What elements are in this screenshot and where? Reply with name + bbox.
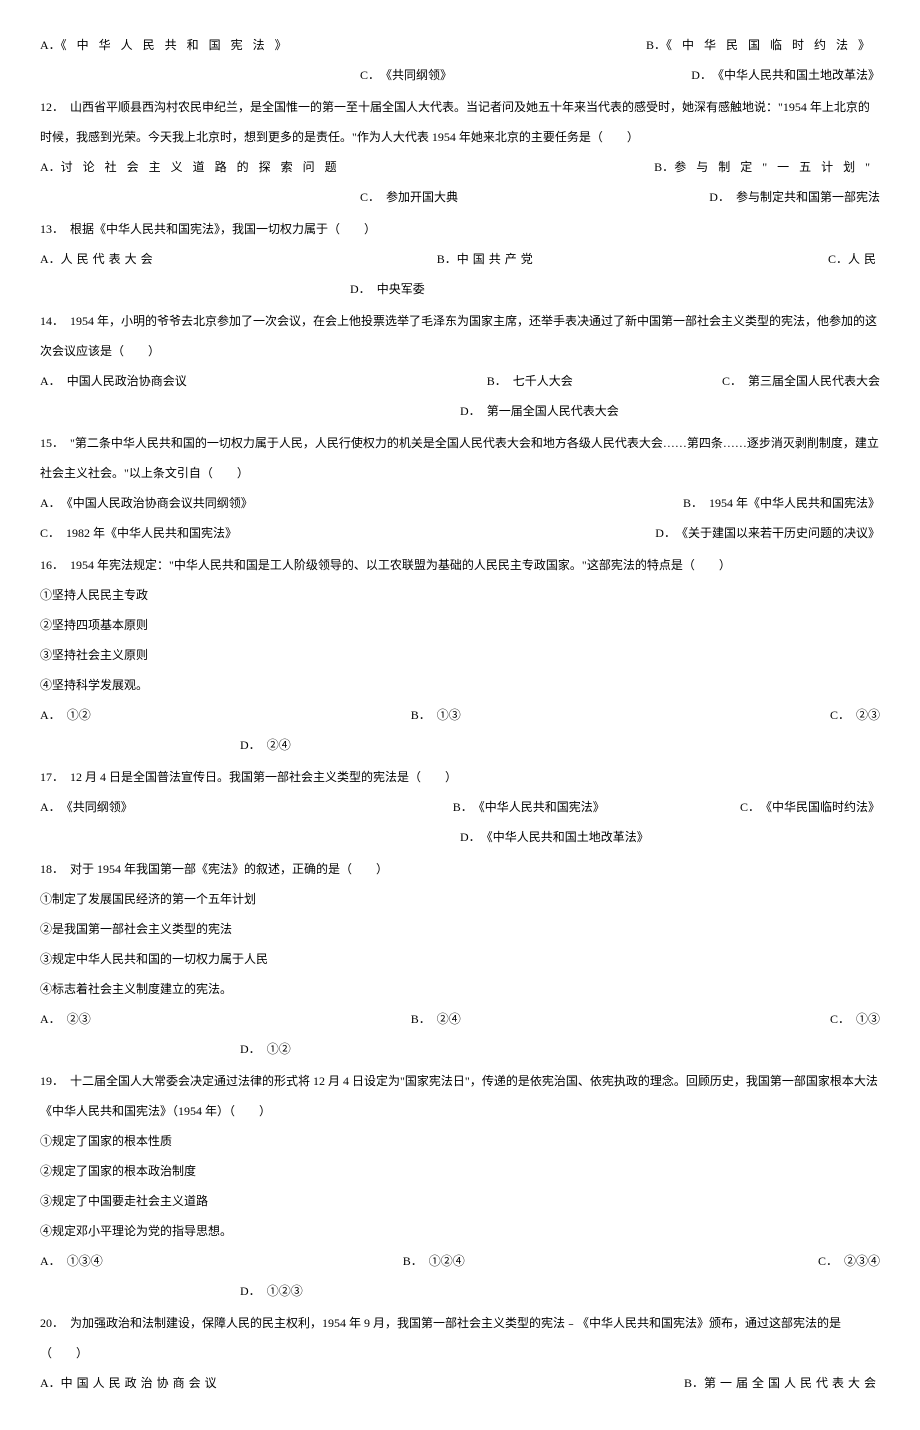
option-b: B． 1954 年《中华人民共和国宪法》 [683,488,880,518]
option-a: A．人民代表大会 [40,244,157,274]
option-c: C． ②③ [830,700,880,730]
statement-2: ②是我国第一部社会主义类型的宪法 [40,914,880,944]
question-18: 18． 对于 1954 年我国第一部《宪法》的叙述，正确的是（ ） ①制定了发展… [40,854,880,1064]
question-17: 17． 12 月 4 日是全国普法宣传日。我国第一部社会主义类型的宪法是（ ） … [40,762,880,852]
question-number: 14． [40,314,58,328]
option-b: B．第一届全国人民代表大会 [684,1368,880,1398]
question-text: 对于 1954 年我国第一部《宪法》的叙述，正确的是（ ） [70,862,388,876]
question-text: 根据《中华人民共和国宪法》，我国一切权力属于（ ） [70,222,376,236]
statement-4: ④坚持科学发展观。 [40,670,880,700]
question-16: 16． 1954 年宪法规定："中华人民共和国是工人阶级领导的、以工农联盟为基础… [40,550,880,760]
statement-1: ①制定了发展国民经济的第一个五年计划 [40,884,880,914]
option-c: C． 《共同纲领》 [360,60,452,90]
option-c: C．人民 [828,244,880,274]
option-b: B．《中华民国临时约法》 [646,30,880,60]
statement-3: ③规定中华人民共和国的一切权力属于人民 [40,944,880,974]
question-text: 山西省平顺县西沟村农民申纪兰，是全国惟一的第一至十届全国人大代表。当记者问及她五… [40,100,870,144]
option-a: A． ①② [40,700,91,730]
statement-3: ③规定了中国要走社会主义道路 [40,1186,880,1216]
question-19: 19． 十二届全国人大常委会决定通过法律的形式将 12 月 4 日设定为"国家宪… [40,1066,880,1306]
option-b: B． ①②④ [403,1246,465,1276]
question-text: "第二条中华人民共和国的一切权力属于人民，人民行使权力的机关是全国人民代表大会和… [40,436,879,480]
option-d: D． ①②③ [240,1276,880,1306]
option-c: C． 1982 年《中华人民共和国宪法》 [40,518,237,548]
question-20: 20． 为加强政治和法制建设，保障人民的民主权利，1954 年 9 月，我国第一… [40,1308,880,1398]
statement-4: ④规定邓小平理论为党的指导思想。 [40,1216,880,1246]
statement-2: ②坚持四项基本原则 [40,610,880,640]
option-a: A． ②③ [40,1004,91,1034]
option-b: B． 七千人大会 [487,366,573,396]
option-d: D． 中央军委 [350,274,880,304]
option-a: A． 《中国人民政治协商会议共同纲领》 [40,488,253,518]
question-12: 12． 山西省平顺县西沟村农民申纪兰，是全国惟一的第一至十届全国人大代表。当记者… [40,92,880,212]
question-number: 12． [40,100,58,114]
statement-3: ③坚持社会主义原则 [40,640,880,670]
statement-2: ②规定了国家的根本政治制度 [40,1156,880,1186]
option-d: D． 《中华人民共和国土地改革法》 [460,822,880,852]
option-a: A．《中华人民共和国宪法》 [40,30,297,60]
option-b: B． ②④ [411,1004,461,1034]
question-text: 1954 年宪法规定："中华人民共和国是工人阶级领导的、以工农联盟为基础的人民民… [70,558,731,572]
question-number: 16． [40,558,58,572]
question-11-options: A．《中华人民共和国宪法》 B．《中华民国临时约法》 C． 《共同纲领》 D． … [40,30,880,90]
question-number: 18． [40,862,58,876]
option-b: B．中国共产党 [437,244,537,274]
question-text: 12 月 4 日是全国普法宣传日。我国第一部社会主义类型的宪法是（ ） [70,770,457,784]
option-a: A． 中国人民政治协商会议 [40,366,187,396]
option-c: C． 参加开国大典 [360,182,458,212]
option-b: B．参与制定"一五计划" [654,152,880,182]
option-a: A． 《共同纲领》 [40,792,133,822]
question-number: 19． [40,1074,58,1088]
option-d: D． 《中华人民共和国土地改革法》 [691,60,880,90]
statement-1: ①规定了国家的根本性质 [40,1126,880,1156]
option-d: D． 《关于建国以来若干历史问题的决议》 [655,518,880,548]
statement-1: ①坚持人民民主专政 [40,580,880,610]
option-b: B． ①③ [411,700,461,730]
statement-4: ④标志着社会主义制度建立的宪法。 [40,974,880,1004]
option-d: D． ②④ [240,730,880,760]
question-text: 十二届全国人大常委会决定通过法律的形式将 12 月 4 日设定为"国家宪法日"，… [40,1074,878,1118]
option-d: D． ①② [240,1034,880,1064]
option-c: C． 《中华民国临时约法》 [740,792,880,822]
option-d: D． 第一届全国人民代表大会 [460,396,880,426]
option-c: C． ②③④ [818,1246,880,1276]
question-number: 13． [40,222,58,236]
option-a: A．中国人民政治协商会议 [40,1368,221,1398]
question-number: 15． [40,436,58,450]
question-text: 1954 年，小明的爷爷去北京参加了一次会议，在会上他投票选举了毛泽东为国家主席… [40,314,877,358]
question-13: 13． 根据《中华人民共和国宪法》，我国一切权力属于（ ） A．人民代表大会 B… [40,214,880,304]
question-text: 为加强政治和法制建设，保障人民的民主权利，1954 年 9 月，我国第一部社会主… [40,1316,841,1360]
option-b: B． 《中华人民共和国宪法》 [453,792,605,822]
question-15: 15． "第二条中华人民共和国的一切权力属于人民，人民行使权力的机关是全国人民代… [40,428,880,548]
option-c: C． ①③ [830,1004,880,1034]
question-14: 14． 1954 年，小明的爷爷去北京参加了一次会议，在会上他投票选举了毛泽东为… [40,306,880,426]
option-c: C． 第三届全国人民代表大会 [722,366,880,396]
option-a: A． ①③④ [40,1246,103,1276]
option-a: A．讨论社会主义道路的探索问题 [40,152,347,182]
option-d: D． 参与制定共和国第一部宪法 [709,182,880,212]
question-number: 17． [40,770,58,784]
question-number: 20． [40,1316,58,1330]
